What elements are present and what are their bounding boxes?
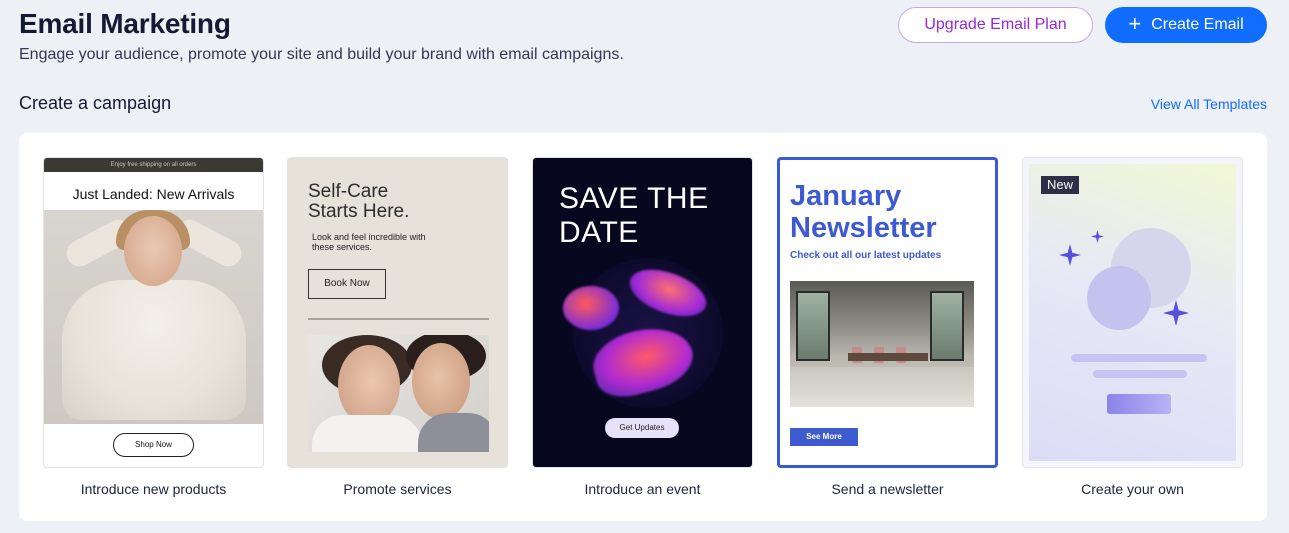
- template-label-promote-services[interactable]: Promote services: [287, 481, 508, 497]
- sparkle-icon: [1059, 244, 1081, 266]
- template-label-event[interactable]: Introduce an event: [532, 481, 753, 497]
- abstract-blob: [563, 286, 619, 330]
- card-body: Look and feel incredible with these serv…: [312, 232, 426, 252]
- section-title: Create a campaign: [19, 93, 172, 113]
- templates-panel: Enjoy free shipping on all orders Just L…: [19, 133, 1267, 521]
- get-updates-button: Get Updates: [605, 418, 679, 438]
- template-label-new-products[interactable]: Introduce new products: [43, 481, 264, 497]
- sparkle-icon: [1091, 230, 1104, 243]
- template-label-newsletter[interactable]: Send a newsletter: [777, 481, 998, 497]
- sparkle-icon: [1163, 300, 1189, 326]
- page-title: Email Marketing: [19, 8, 231, 39]
- create-email-label: Create Email: [1151, 16, 1244, 33]
- new-badge: New: [1041, 176, 1080, 194]
- card-headline: Just Landed: New Arrivals: [72, 186, 235, 202]
- template-card-new-products[interactable]: Enjoy free shipping on all orders Just L…: [43, 157, 264, 468]
- see-more-button: See More: [790, 428, 858, 446]
- card-topbar: Enjoy free shipping on all orders: [44, 158, 263, 172]
- product-photo: [44, 210, 263, 424]
- card-subhead: Check out all our latest updates: [790, 250, 942, 261]
- office-photo: [790, 281, 974, 407]
- upgrade-email-plan-button[interactable]: Upgrade Email Plan: [898, 7, 1093, 43]
- template-label-create-own[interactable]: Create your own: [1022, 481, 1243, 497]
- create-email-button[interactable]: + Create Email: [1105, 7, 1267, 43]
- template-card-promote-services[interactable]: Self-Care Starts Here. Look and feel inc…: [287, 157, 508, 468]
- page-subtitle: Engage your audience, promote your site …: [19, 46, 624, 63]
- template-card-event[interactable]: SAVE THE DATE Get Updates: [532, 157, 753, 468]
- template-card-newsletter[interactable]: January Newsletter Check out all our lat…: [777, 157, 998, 468]
- divider: [308, 318, 489, 320]
- card-headline: SAVE THE DATE: [559, 182, 709, 249]
- shop-now-button: Shop Now: [113, 433, 194, 457]
- template-card-create-own[interactable]: New: [1022, 157, 1243, 468]
- card-headline: January Newsletter: [790, 180, 937, 244]
- book-now-button: Book Now: [308, 269, 386, 299]
- services-photo: [308, 335, 489, 452]
- plus-icon: +: [1128, 11, 1142, 36]
- card-headline: Self-Care Starts Here.: [308, 181, 410, 222]
- view-all-templates-link[interactable]: View All Templates: [1151, 96, 1267, 112]
